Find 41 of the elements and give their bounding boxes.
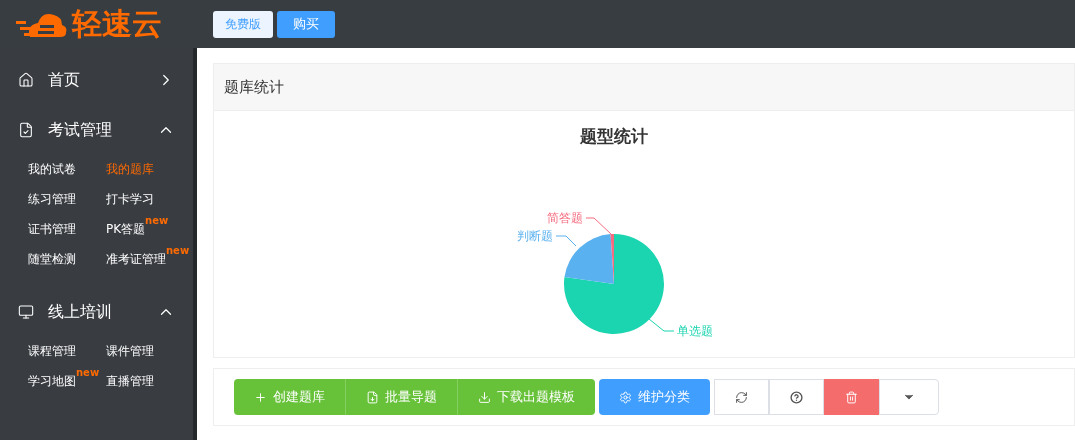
sidebar-link[interactable]: 我的试卷 <box>28 158 76 180</box>
sidebar-link[interactable]: 准考证管理 <box>106 248 166 270</box>
plus-icon <box>254 390 267 404</box>
new-label: new <box>145 216 169 226</box>
document-check-icon <box>18 122 34 138</box>
trash-icon <box>845 390 858 404</box>
download-icon <box>478 390 491 404</box>
sidebar-link[interactable]: 练习管理 <box>28 188 76 210</box>
sidebar-link[interactable]: 随堂检测 <box>28 248 76 270</box>
caret-button[interactable] <box>879 379 939 415</box>
sidebar-link[interactable]: 打卡学习 <box>106 188 154 210</box>
slice-label: 判断题 <box>517 228 553 243</box>
sidebar-link[interactable]: PK答题 <box>106 218 146 240</box>
sidebar-link[interactable]: 课件管理 <box>106 340 154 362</box>
settings-icon <box>619 390 632 404</box>
home-icon <box>18 72 34 88</box>
file-import-icon <box>366 390 379 404</box>
sidebar-section[interactable]: 考试管理 <box>0 110 193 150</box>
leader-line <box>585 217 612 234</box>
refresh-button[interactable] <box>714 379 769 415</box>
leader-line <box>555 235 577 246</box>
trash-button[interactable] <box>824 379 879 415</box>
panel-title: 题库统计 <box>224 76 284 98</box>
sidebar-link[interactable]: 证书管理 <box>28 218 76 240</box>
slice-label: 单选题 <box>677 323 713 338</box>
sidebar-link[interactable]: 我的题库 <box>106 158 154 180</box>
chart-title: 题型统计 <box>579 125 649 148</box>
help-icon <box>790 390 803 404</box>
monitor-icon <box>18 304 34 320</box>
refresh-icon <box>735 390 748 404</box>
help-button[interactable] <box>769 379 824 415</box>
new-label: new <box>166 246 190 256</box>
leader-line <box>648 318 675 331</box>
new-label: new <box>76 368 100 378</box>
sidebar-section[interactable]: 首页 <box>0 60 193 100</box>
slice-label: 简答题 <box>547 210 583 225</box>
sidebar-link[interactable]: 直播管理 <box>106 370 154 392</box>
sidebar-section[interactable]: 线上培训 <box>0 292 193 332</box>
sidebar-link[interactable]: 课程管理 <box>28 340 76 362</box>
logo-text: 轻速云 <box>72 9 162 39</box>
sidebar-link[interactable]: 学习地图 <box>28 370 76 392</box>
